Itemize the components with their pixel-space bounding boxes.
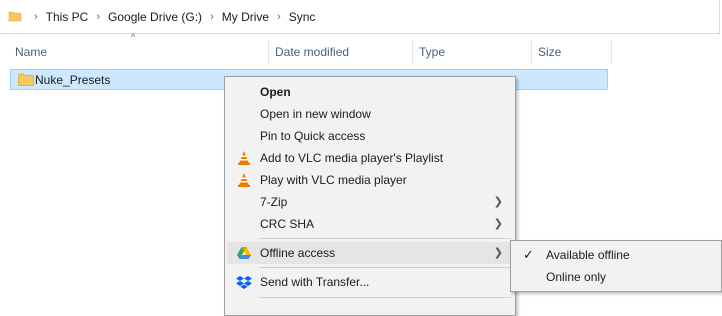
column-divider[interactable] [412, 40, 413, 64]
breadcrumb-my-drive[interactable]: My Drive [222, 10, 269, 24]
checkmark-icon: ✓ [523, 247, 534, 262]
chevron-right-icon: ❯ [493, 196, 503, 208]
column-header-type[interactable]: Type [419, 40, 445, 64]
menu-item-label: CRC SHA [260, 217, 315, 231]
offline-access-submenu: ✓ Available offline Online only [510, 240, 722, 292]
google-drive-icon [236, 245, 252, 261]
vlc-icon [236, 150, 252, 166]
menu-item-offline-access[interactable]: Offline access ❯ [227, 242, 513, 264]
submenu-item-online-only[interactable]: Online only [513, 266, 719, 288]
chevron-right-icon: ❯ [493, 247, 503, 259]
menu-item-vlc-add-playlist[interactable]: Add to VLC media player's Playlist [227, 147, 513, 169]
menu-item-pin-quick-access[interactable]: Pin to Quick access [227, 125, 513, 147]
vlc-icon [236, 172, 252, 188]
column-divider[interactable] [268, 40, 269, 64]
menu-separator [259, 238, 511, 239]
menu-item-send-with-transfer[interactable]: Send with Transfer... [227, 271, 513, 293]
menu-item-label: Pin to Quick access [260, 129, 366, 143]
submenu-item-label: Available offline [546, 248, 630, 262]
address-bar[interactable]: › This PC › Google Drive (G:) › My Drive… [0, 0, 720, 34]
menu-item-label: 7-Zip [260, 195, 288, 209]
column-divider[interactable] [531, 40, 532, 64]
folder-icon [18, 73, 34, 86]
chevron-right-icon: ❯ [493, 218, 503, 230]
chevron-right-icon[interactable]: › [277, 11, 281, 23]
sort-ascending-icon: ^ [131, 32, 136, 42]
column-divider[interactable] [611, 40, 612, 64]
folder-icon [8, 9, 22, 23]
menu-item-label: Send with Transfer... [260, 275, 370, 289]
column-header-size[interactable]: Size [538, 40, 561, 64]
file-name: Nuke_Presets [35, 73, 111, 87]
menu-item-vlc-play[interactable]: Play with VLC media player [227, 169, 513, 191]
menu-item-open-new-window[interactable]: Open in new window [227, 103, 513, 125]
menu-separator [259, 297, 511, 298]
breadcrumb-google-drive[interactable]: Google Drive (G:) [108, 10, 202, 24]
menu-item-label: Add to VLC media player's Playlist [260, 151, 444, 165]
menu-item-open[interactable]: Open [227, 81, 513, 103]
column-header-name[interactable]: Name [15, 40, 47, 64]
menu-item-label: Offline access [260, 246, 336, 260]
breadcrumb: › This PC › Google Drive (G:) › My Drive… [28, 0, 315, 34]
dropbox-icon [236, 274, 252, 290]
menu-item-label: Open [260, 85, 291, 99]
submenu-item-label: Online only [546, 270, 607, 284]
menu-item-7zip[interactable]: 7-Zip ❯ [227, 191, 513, 213]
menu-item-label: Open in new window [260, 107, 371, 121]
menu-item-crc-sha[interactable]: CRC SHA ❯ [227, 213, 513, 235]
submenu-item-available-offline[interactable]: ✓ Available offline [513, 244, 719, 266]
breadcrumb-sync[interactable]: Sync [289, 10, 316, 24]
context-menu: Open Open in new window Pin to Quick acc… [224, 76, 516, 316]
chevron-right-icon[interactable]: › [210, 11, 214, 23]
menu-item-label: Play with VLC media player [260, 173, 407, 187]
column-header-date-modified[interactable]: Date modified [275, 40, 349, 64]
breadcrumb-this-pc[interactable]: This PC [46, 10, 89, 24]
chevron-right-icon[interactable]: › [34, 11, 38, 23]
menu-separator [259, 267, 511, 268]
chevron-right-icon[interactable]: › [96, 11, 100, 23]
